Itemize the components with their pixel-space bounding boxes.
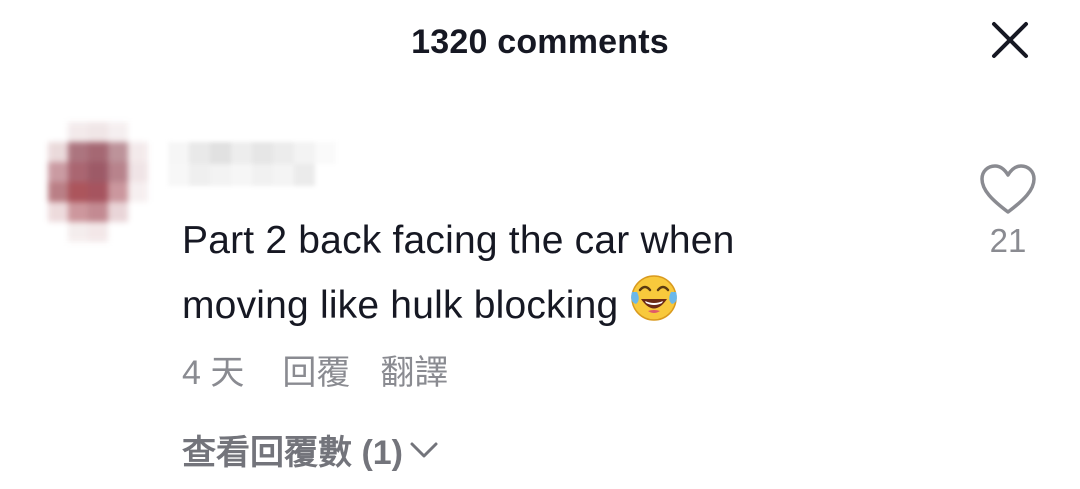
translate-button[interactable]: 翻譯 [380, 345, 448, 394]
chevron-down-icon [409, 430, 439, 469]
reply-button[interactable]: 回覆 [282, 345, 350, 394]
username[interactable] [168, 142, 338, 190]
close-icon [992, 22, 1028, 58]
avatar[interactable] [48, 122, 148, 242]
comments-count-title: 1320 comments [411, 23, 669, 61]
like-count: 21 [989, 222, 1027, 259]
like-button[interactable] [978, 162, 1038, 216]
comments-panel: 1320 comments Part 2 back facing the car… [0, 0, 1080, 489]
comment-time: 4 天 [182, 353, 245, 392]
comment-meta: 4 天 回覆 翻譯 [182, 344, 448, 394]
view-replies-button[interactable]: 查看回覆數 (1) [182, 424, 439, 474]
view-replies-label: 查看回覆數 (1) [182, 433, 403, 472]
comment-body: Part 2 back facing the car when moving l… [182, 210, 872, 337]
heart-outline-icon [980, 164, 1036, 214]
tears-of-joy-emoji [628, 272, 680, 324]
close-button[interactable] [990, 20, 1030, 60]
